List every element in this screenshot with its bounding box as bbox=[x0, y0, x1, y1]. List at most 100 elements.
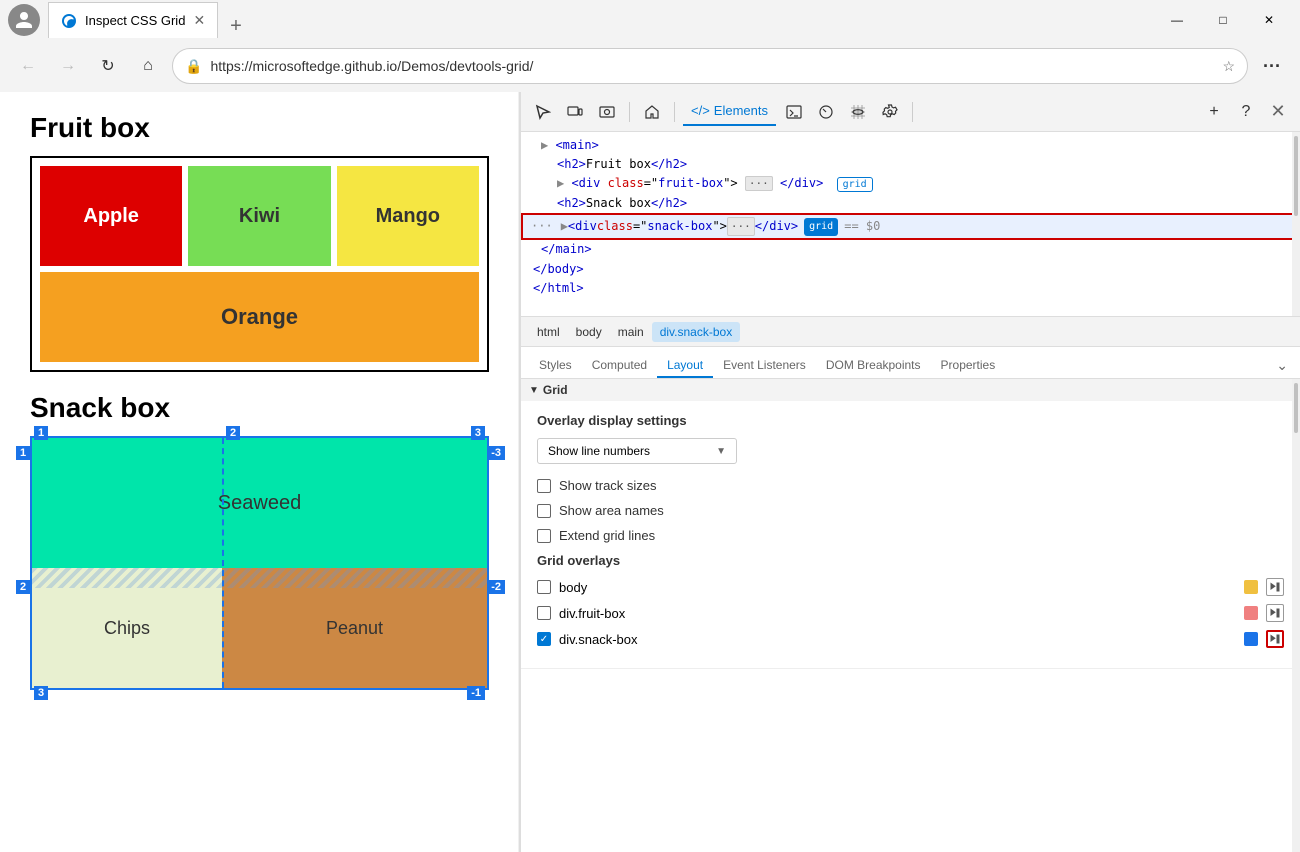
show-track-sizes-checkbox[interactable] bbox=[537, 479, 551, 493]
settings-more-btn[interactable]: ··· bbox=[1256, 50, 1288, 82]
new-tab-btn[interactable]: + bbox=[218, 15, 254, 38]
window-controls: — □ ✕ bbox=[1154, 2, 1292, 38]
html-line-h2-snack: <h2>Snack box</h2> bbox=[521, 194, 1300, 213]
tab-styles[interactable]: Styles bbox=[529, 354, 582, 378]
user-avatar bbox=[8, 4, 40, 36]
overlay-fruitbox-label: div.fruit-box bbox=[559, 606, 1236, 621]
overlay-fruitbox-checkbox[interactable] bbox=[537, 606, 551, 620]
forward-btn[interactable]: → bbox=[52, 50, 84, 82]
overlay-body-color[interactable] bbox=[1244, 580, 1258, 594]
address-bar: ← → ↻ ⌂ 🔒 https://microsoftedge.github.i… bbox=[0, 40, 1300, 92]
devtools-panel: </> Elements + ? ✕ bbox=[520, 92, 1300, 852]
show-area-names-label: Show area names bbox=[559, 503, 664, 518]
console-btn[interactable] bbox=[780, 98, 808, 126]
maximize-btn[interactable]: □ bbox=[1200, 2, 1246, 38]
html-line-h2-fruit: <h2>Fruit box</h2> bbox=[521, 155, 1300, 174]
more-tools-btn[interactable]: + bbox=[1200, 98, 1228, 126]
html-line-html-close: </html> bbox=[521, 279, 1300, 298]
close-btn[interactable]: ✕ bbox=[1246, 2, 1292, 38]
overlay-body-label: body bbox=[559, 580, 1236, 595]
tab-layout[interactable]: Layout bbox=[657, 354, 713, 378]
elements-tab-btn[interactable]: </> Elements bbox=[683, 98, 776, 126]
fruit-apple: Apple bbox=[40, 166, 182, 266]
overlay-snackbox-show-btn[interactable] bbox=[1266, 630, 1284, 648]
grid-num-row1-right: -3 bbox=[487, 446, 505, 460]
html-line-div-fruit: ▶ <div class="fruit-box"> ··· </div> gri… bbox=[521, 174, 1300, 193]
network-btn[interactable] bbox=[844, 98, 872, 126]
show-track-sizes-label: Show track sizes bbox=[559, 478, 657, 493]
webpage-panel: Fruit box Apple Kiwi Mango Orange Snack … bbox=[0, 92, 520, 852]
tab-close-btn[interactable]: ✕ bbox=[193, 12, 205, 29]
extend-grid-lines-label: Extend grid lines bbox=[559, 528, 655, 543]
tabs-overflow-btn[interactable]: ⌄ bbox=[1272, 353, 1292, 378]
bc-html[interactable]: html bbox=[529, 322, 568, 342]
overlay-snackbox-checkbox[interactable] bbox=[537, 632, 551, 646]
extend-grid-lines-checkbox[interactable] bbox=[537, 529, 551, 543]
url-bar[interactable]: 🔒 https://microsoftedge.github.io/Demos/… bbox=[172, 48, 1248, 84]
html-line-main: ▶ <main> bbox=[521, 136, 1300, 155]
html-line-div-snack-selected[interactable]: ··· ▶ <div class="snack-box"> ··· </div>… bbox=[521, 213, 1300, 241]
home-dt-btn[interactable] bbox=[638, 98, 666, 126]
refresh-btn[interactable]: ↻ bbox=[92, 50, 124, 82]
extend-grid-lines-row[interactable]: Extend grid lines bbox=[537, 528, 1284, 543]
grid-section-header[interactable]: ▼ Grid bbox=[521, 379, 1300, 401]
home-btn[interactable]: ⌂ bbox=[132, 50, 164, 82]
overlay-settings-title: Overlay display settings bbox=[537, 413, 1284, 428]
toolbar-separator-3 bbox=[912, 102, 913, 122]
settings-dt-btn[interactable] bbox=[876, 98, 904, 126]
grid-num-row2-right: -2 bbox=[487, 580, 505, 594]
tab-title: Inspect CSS Grid bbox=[85, 13, 185, 28]
toolbar-separator-1 bbox=[629, 102, 630, 122]
dropdown-arrow-icon: ▼ bbox=[716, 446, 726, 457]
grid-num-col2-top: 2 bbox=[226, 426, 240, 440]
active-tab[interactable]: Inspect CSS Grid ✕ bbox=[48, 2, 218, 38]
tab-computed[interactable]: Computed bbox=[582, 354, 657, 378]
device-toggle-btn[interactable] bbox=[561, 98, 589, 126]
back-btn[interactable]: ← bbox=[12, 50, 44, 82]
performance-btn[interactable] bbox=[812, 98, 840, 126]
tab-event-listeners[interactable]: Event Listeners bbox=[713, 354, 816, 378]
grid-num-col1-top: 1 bbox=[34, 426, 48, 440]
screenshot-btn[interactable] bbox=[593, 98, 621, 126]
fruit-box-title: Fruit box bbox=[30, 112, 489, 144]
grid-overlays-title: Grid overlays bbox=[537, 553, 1284, 568]
grid-num-row2-left: 2 bbox=[16, 580, 30, 594]
star-btn[interactable]: ☆ bbox=[1222, 58, 1235, 75]
layout-tabs: Styles Computed Layout Event Listeners D… bbox=[521, 347, 1300, 379]
bc-div-snack[interactable]: div.snack-box bbox=[652, 322, 740, 342]
url-text: https://microsoftedge.github.io/Demos/de… bbox=[210, 58, 1214, 74]
grid-col-divider bbox=[222, 438, 224, 688]
grid-section-label: Grid bbox=[543, 383, 568, 397]
overlay-body-row: body bbox=[537, 578, 1284, 596]
overlay-body-checkbox[interactable] bbox=[537, 580, 551, 594]
bc-body[interactable]: body bbox=[568, 322, 610, 342]
overlay-snackbox-color[interactable] bbox=[1244, 632, 1258, 646]
html-line-main-close: </main> bbox=[521, 240, 1300, 259]
minimize-btn[interactable]: — bbox=[1154, 2, 1200, 38]
grid-num-row3-bot-right: -1 bbox=[467, 686, 485, 700]
snack-grid: Seaweed Chips Peanut bbox=[32, 438, 487, 688]
dropdown-value: Show line numbers bbox=[548, 444, 710, 458]
bc-main[interactable]: main bbox=[610, 322, 652, 342]
grid-badge: grid bbox=[804, 218, 838, 236]
overlay-snackbox-row: div.snack-box bbox=[537, 630, 1284, 648]
snack-chips: Chips bbox=[32, 568, 222, 688]
html-line-body-close: </body> bbox=[521, 260, 1300, 279]
devtools-close-btn[interactable]: ✕ bbox=[1264, 98, 1292, 126]
fruit-box-container: Apple Kiwi Mango Orange bbox=[30, 156, 489, 372]
overlay-snackbox-label: div.snack-box bbox=[559, 632, 1236, 647]
grid-num-col3-top: 3 bbox=[471, 426, 485, 440]
show-track-sizes-row[interactable]: Show track sizes bbox=[537, 478, 1284, 493]
overlay-fruitbox-show-btn[interactable] bbox=[1266, 604, 1284, 622]
tab-dom-breakpoints[interactable]: DOM Breakpoints bbox=[816, 354, 931, 378]
show-area-names-row[interactable]: Show area names bbox=[537, 503, 1284, 518]
overlay-body-show-btn[interactable] bbox=[1266, 578, 1284, 596]
tab-properties[interactable]: Properties bbox=[931, 354, 1006, 378]
line-numbers-dropdown[interactable]: Show line numbers ▼ bbox=[537, 438, 737, 464]
inspect-element-btn[interactable] bbox=[529, 98, 557, 126]
overlay-fruitbox-color[interactable] bbox=[1244, 606, 1258, 620]
elements-label: Elements bbox=[714, 103, 768, 118]
show-area-names-checkbox[interactable] bbox=[537, 504, 551, 518]
help-btn[interactable]: ? bbox=[1232, 98, 1260, 126]
grid-num-row3-bot-left: 3 bbox=[34, 686, 48, 700]
